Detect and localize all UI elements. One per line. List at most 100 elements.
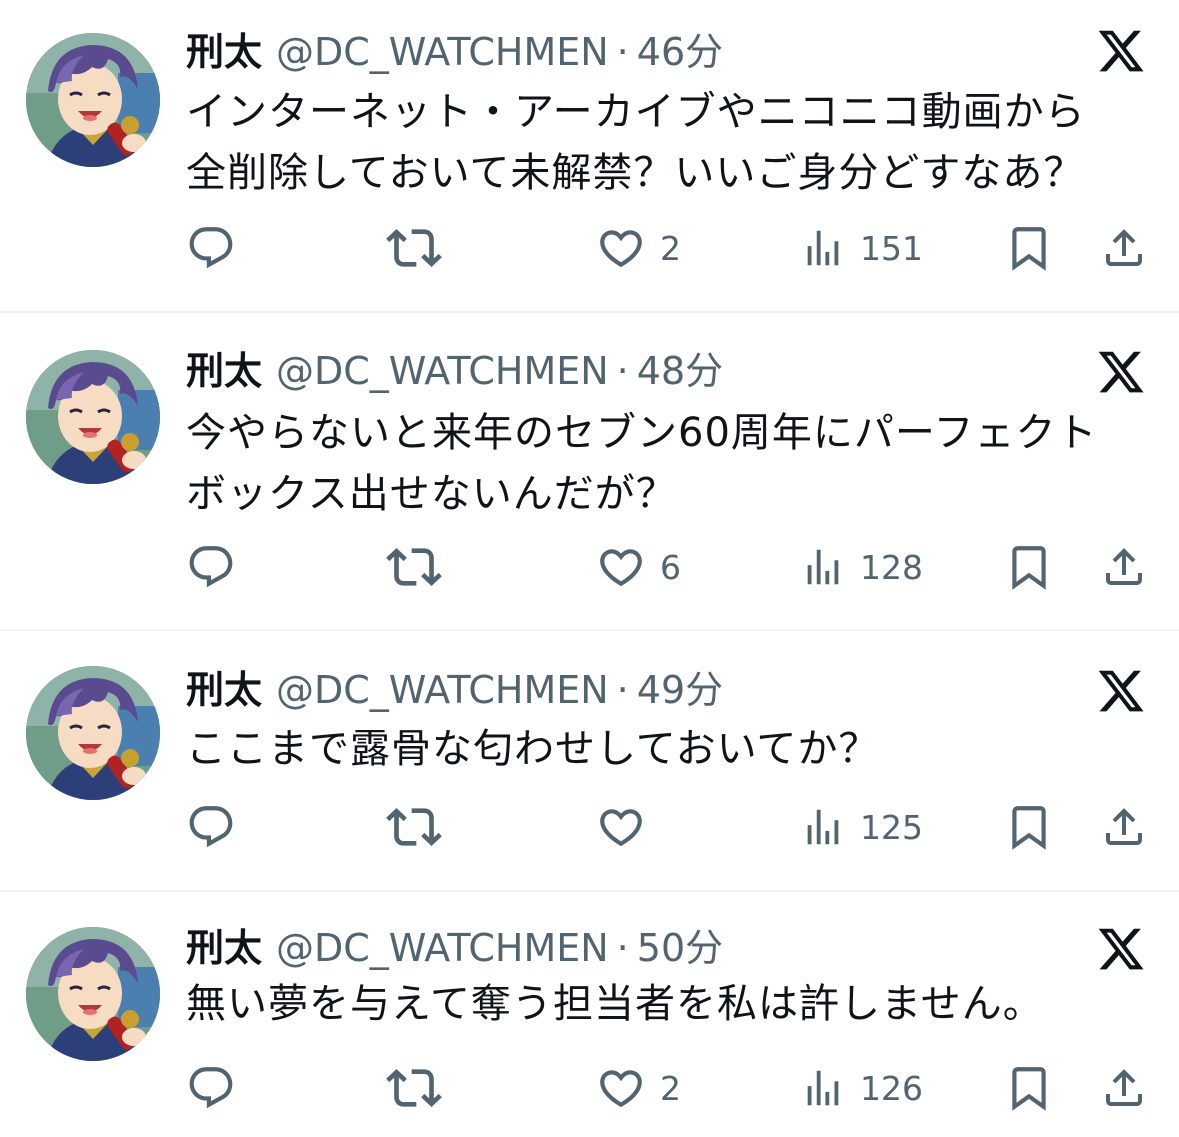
like-count: 2 xyxy=(660,228,681,268)
views-button[interactable]: 128 xyxy=(800,539,923,595)
timestamp[interactable]: 49分 xyxy=(637,662,723,718)
share-button[interactable] xyxy=(1100,220,1148,276)
retweet-button[interactable] xyxy=(386,1060,442,1116)
anime-character-avatar xyxy=(26,350,160,484)
avatar[interactable] xyxy=(26,33,160,167)
action-bar: 2 126 xyxy=(186,1060,1146,1116)
separator-dot: · xyxy=(616,349,629,393)
tweet-header: 刑太 @DC_WATCHMEN · 48分 xyxy=(186,343,723,399)
user-handle[interactable]: @DC_WATCHMEN xyxy=(276,920,609,976)
share-button[interactable] xyxy=(1100,539,1148,595)
bookmark-button[interactable] xyxy=(1004,1060,1054,1116)
timestamp[interactable]: 50分 xyxy=(637,920,723,976)
tweet-feed: 刑太 @DC_WATCHMEN · 46分 インターネット・アーカイブやニコニコ… xyxy=(0,0,1179,1137)
retweet-icon xyxy=(386,539,442,595)
tweet[interactable]: 刑太 @DC_WATCHMEN · 50分 無い夢を与えて奪う担当者を私は許しま… xyxy=(0,892,1179,1137)
heart-icon xyxy=(596,802,646,852)
reply-button[interactable] xyxy=(186,1060,236,1116)
share-icon xyxy=(1100,224,1148,272)
share-button[interactable] xyxy=(1100,1060,1148,1116)
reply-icon xyxy=(186,802,236,852)
separator-dot: · xyxy=(616,668,629,712)
like-count: 6 xyxy=(660,547,681,587)
view-count: 151 xyxy=(860,228,923,268)
heart-icon xyxy=(596,542,646,592)
bar-chart-icon xyxy=(800,1065,846,1111)
x-logo-icon xyxy=(1096,347,1146,397)
tweet-text: 今やらないと来年のセブン60周年にパーフェクト ボックス出せないんだが？ xyxy=(186,410,1098,517)
tweet-text: インターネット・アーカイブやニコニコ動画から 全削除しておいて未解禁？いいご身分… xyxy=(186,89,1086,196)
like-button[interactable]: 2 xyxy=(596,220,681,276)
reply-button[interactable] xyxy=(186,799,236,855)
retweet-icon xyxy=(386,1060,442,1116)
retweet-button[interactable] xyxy=(386,799,442,855)
reply-icon xyxy=(186,223,236,273)
display-name[interactable]: 刑太 xyxy=(186,920,262,976)
x-logo-icon xyxy=(1096,26,1146,76)
display-name[interactable]: 刑太 xyxy=(186,24,262,80)
tweet-text: ここまで露骨な匂わせしておいてか？ xyxy=(186,726,880,772)
reply-button[interactable] xyxy=(186,220,236,276)
retweet-icon xyxy=(386,799,442,855)
action-bar: 125 xyxy=(186,799,1146,855)
bar-chart-icon xyxy=(800,804,846,850)
share-icon xyxy=(1100,1064,1148,1112)
retweet-button[interactable] xyxy=(386,539,442,595)
heart-icon xyxy=(596,1063,646,1113)
tweet[interactable]: 刑太 @DC_WATCHMEN · 48分 今やらないと来年のセブン60周年にパ… xyxy=(0,313,1179,631)
reply-button[interactable] xyxy=(186,539,236,595)
action-bar: 2 151 xyxy=(186,220,1146,276)
retweet-icon xyxy=(386,220,442,276)
bookmark-button[interactable] xyxy=(1004,799,1054,855)
action-bar: 6 128 xyxy=(186,539,1146,595)
view-count: 126 xyxy=(860,1068,923,1108)
share-icon xyxy=(1100,803,1148,851)
anime-character-avatar xyxy=(26,927,160,1061)
bar-chart-icon xyxy=(800,225,846,271)
separator-dot: · xyxy=(616,30,629,74)
tweet-header: 刑太 @DC_WATCHMEN · 49分 xyxy=(186,662,723,718)
tweet[interactable]: 刑太 @DC_WATCHMEN · 49分 ここまで露骨な匂わせしておいてか？ … xyxy=(0,631,1179,892)
retweet-button[interactable] xyxy=(386,220,442,276)
share-button[interactable] xyxy=(1100,799,1148,855)
bookmark-icon xyxy=(1004,223,1054,273)
avatar[interactable] xyxy=(26,666,160,800)
display-name[interactable]: 刑太 xyxy=(186,343,262,399)
reply-icon xyxy=(186,1063,236,1113)
heart-icon xyxy=(596,223,646,273)
separator-dot: · xyxy=(616,926,629,970)
bookmark-button[interactable] xyxy=(1004,220,1054,276)
bookmark-icon xyxy=(1004,802,1054,852)
tweet-text: 無い夢を与えて奪う担当者を私は許しません。 xyxy=(186,981,1044,1027)
bookmark-icon xyxy=(1004,542,1054,592)
avatar[interactable] xyxy=(26,350,160,484)
tweet-header: 刑太 @DC_WATCHMEN · 50分 xyxy=(186,920,723,976)
views-button[interactable]: 125 xyxy=(800,799,923,855)
views-button[interactable]: 151 xyxy=(800,220,923,276)
bar-chart-icon xyxy=(800,544,846,590)
display-name[interactable]: 刑太 xyxy=(186,662,262,718)
x-logo-icon xyxy=(1096,666,1146,716)
tweet[interactable]: 刑太 @DC_WATCHMEN · 46分 インターネット・アーカイブやニコニコ… xyxy=(0,0,1179,313)
views-button[interactable]: 126 xyxy=(800,1060,923,1116)
share-icon xyxy=(1100,543,1148,591)
avatar[interactable] xyxy=(26,927,160,1061)
tweet-header: 刑太 @DC_WATCHMEN · 46分 xyxy=(186,24,723,80)
timestamp[interactable]: 48分 xyxy=(637,343,723,399)
bookmark-icon xyxy=(1004,1063,1054,1113)
user-handle[interactable]: @DC_WATCHMEN xyxy=(276,662,609,718)
bookmark-button[interactable] xyxy=(1004,539,1054,595)
anime-character-avatar xyxy=(26,33,160,167)
user-handle[interactable]: @DC_WATCHMEN xyxy=(276,24,609,80)
like-count: 2 xyxy=(660,1068,681,1108)
x-logo-icon xyxy=(1096,924,1146,974)
reply-icon xyxy=(186,542,236,592)
like-button[interactable] xyxy=(596,799,660,855)
view-count: 128 xyxy=(860,547,923,587)
like-button[interactable]: 6 xyxy=(596,539,681,595)
view-count: 125 xyxy=(860,807,923,847)
anime-character-avatar xyxy=(26,666,160,800)
like-button[interactable]: 2 xyxy=(596,1060,681,1116)
user-handle[interactable]: @DC_WATCHMEN xyxy=(276,343,609,399)
timestamp[interactable]: 46分 xyxy=(637,24,723,80)
